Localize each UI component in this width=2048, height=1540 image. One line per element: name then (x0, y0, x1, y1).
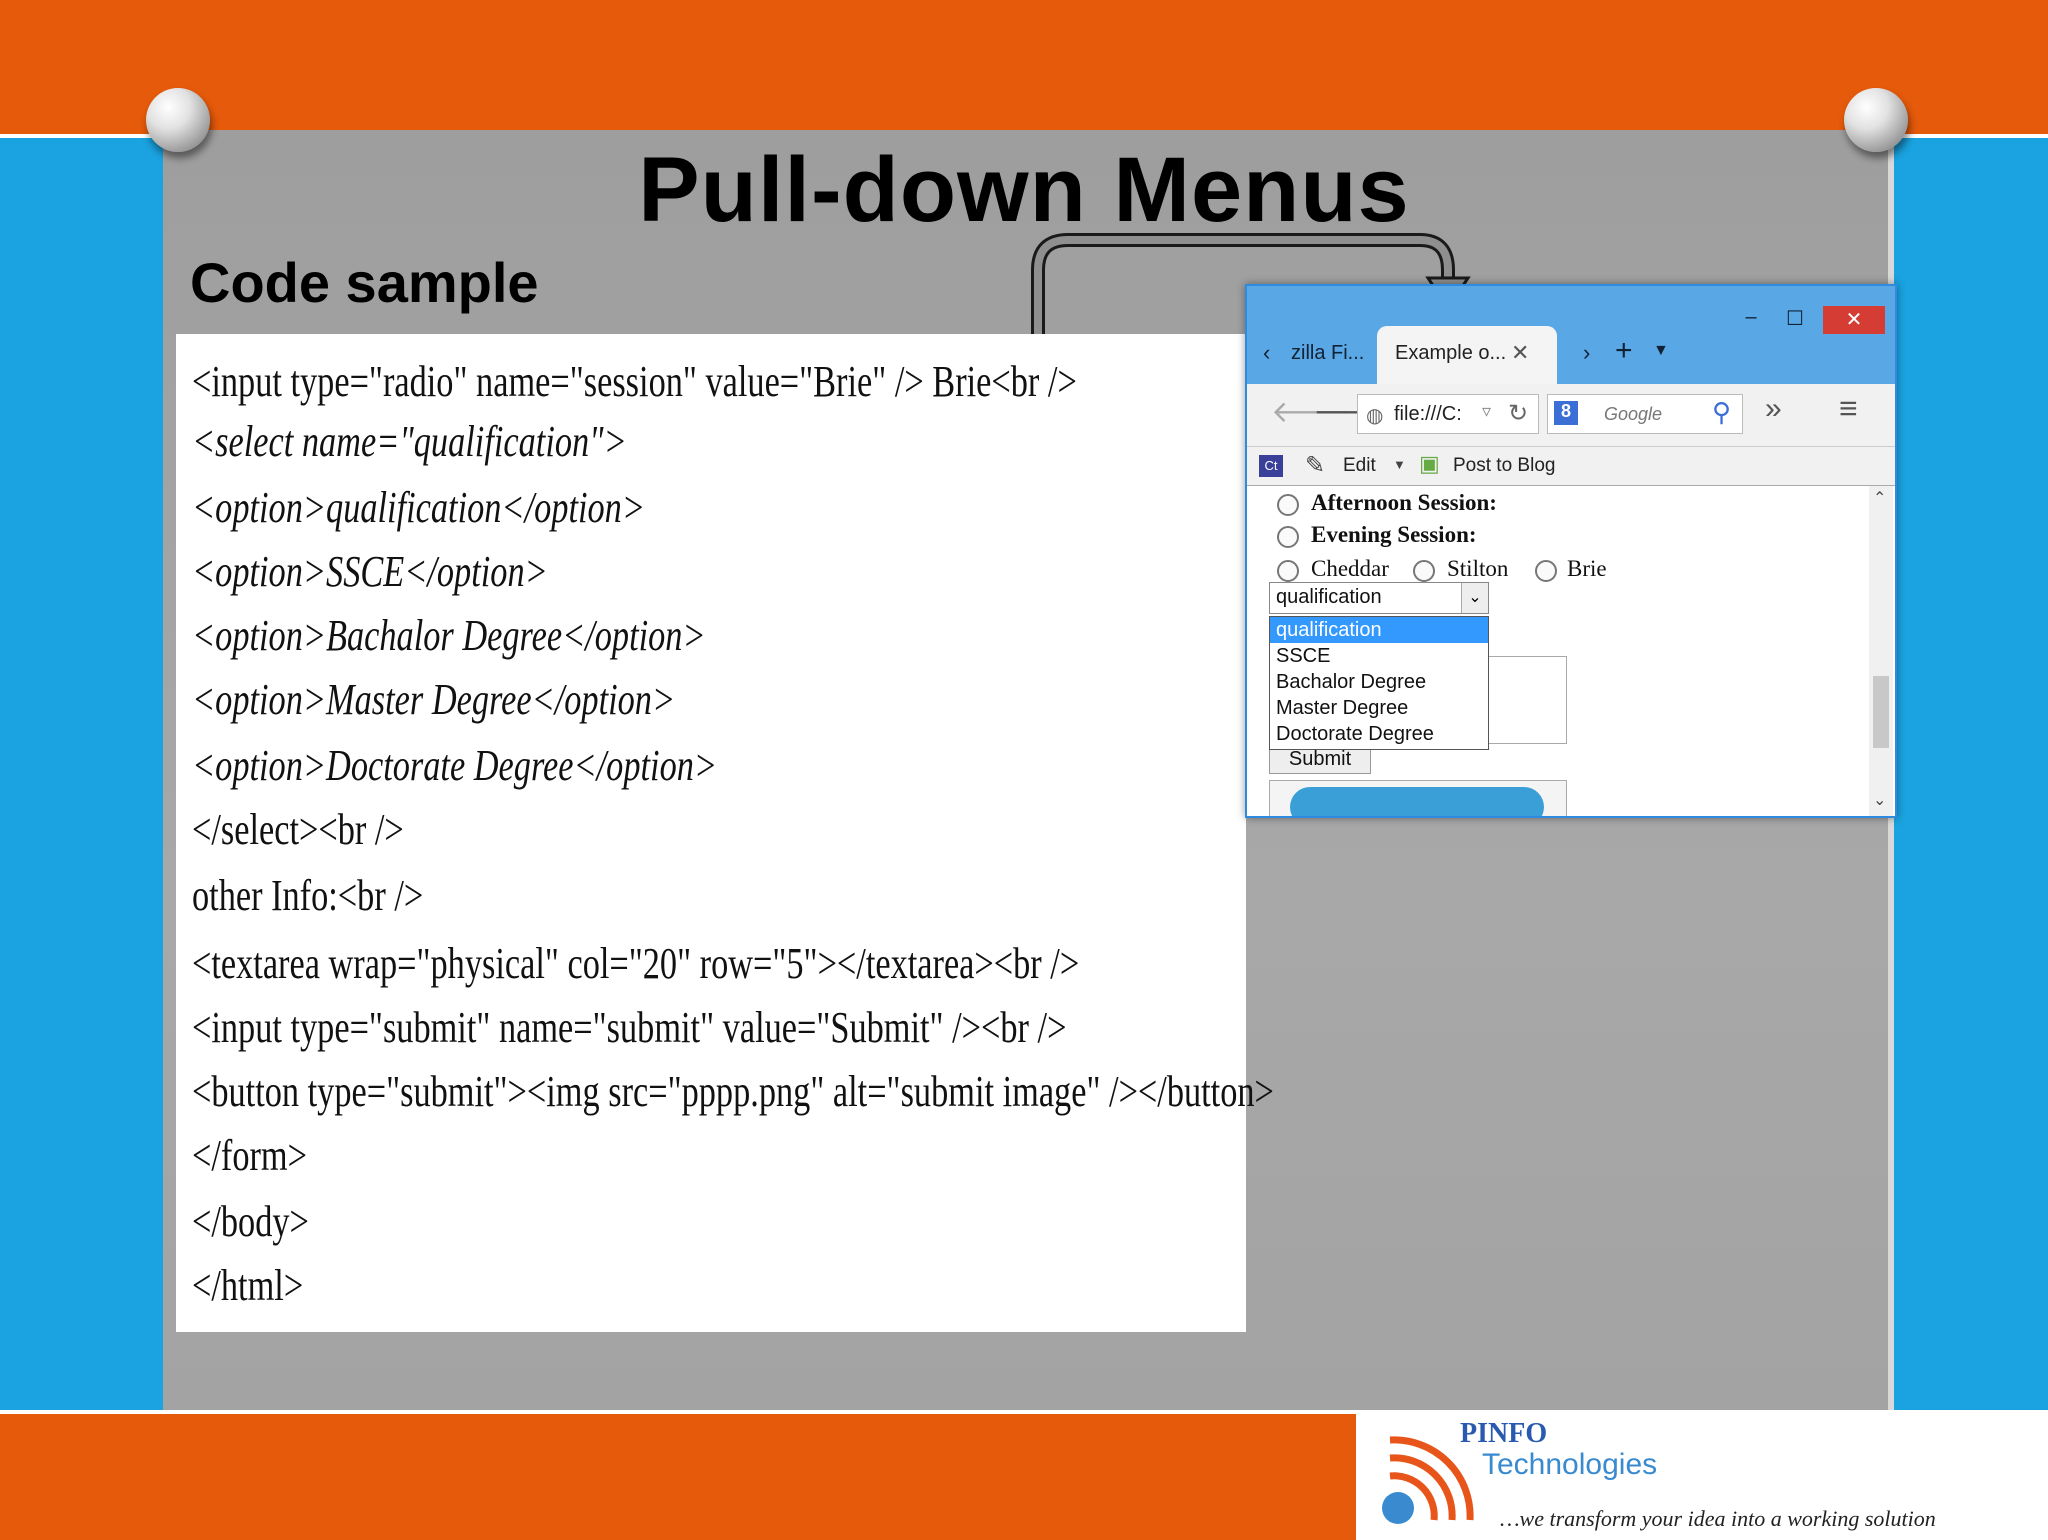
blog-icon[interactable]: ▣ (1419, 451, 1440, 477)
google-engine-icon[interactable]: 8 (1554, 401, 1578, 425)
reload-icon[interactable]: ↻ (1508, 399, 1528, 428)
edit-pencil-icon[interactable]: ✎ (1305, 451, 1325, 480)
radio-afternoon[interactable] (1277, 494, 1299, 516)
hamburger-menu-icon[interactable]: ≡ (1839, 390, 1858, 427)
code-line: <option>Bachalor Degree</option> (192, 611, 706, 660)
scroll-thumb[interactable] (1873, 676, 1889, 748)
code-line: </select><br /> (192, 805, 404, 854)
cheddar-label: Cheddar (1311, 556, 1389, 581)
maximize-button[interactable]: ☐ (1775, 306, 1815, 334)
navigation-toolbar: 🡐 🡒 ◍ file:///C: ▿ ↻ 8 Google ⚲ » ≡ (1247, 384, 1895, 447)
tab-firefox[interactable]: zilla Fi... (1291, 342, 1364, 365)
code-line: <textarea wrap="physical" col="20" row="… (192, 939, 1080, 988)
url-dropdown-icon[interactable]: ▿ (1482, 401, 1491, 422)
bottom-banner (0, 1410, 1356, 1540)
page-content: Afternoon Session: Evening Session: Ched… (1247, 486, 1867, 816)
radio-evening[interactable] (1277, 526, 1299, 548)
tab-scroll-left-icon[interactable]: ‹ (1263, 340, 1270, 366)
scroll-up-icon[interactable]: ⌃ (1873, 488, 1886, 508)
bookmarks-toolbar: Ct ✎ Edit ▼ ▣ Post to Blog (1247, 447, 1895, 486)
logo-tagline: …we transform your idea into a working s… (1500, 1506, 1936, 1531)
brie-label: Brie (1567, 556, 1607, 581)
url-text[interactable]: file:///C: (1394, 403, 1462, 426)
option-bachalor-degree[interactable]: Bachalor Degree (1270, 669, 1488, 695)
new-tab-button[interactable]: + (1615, 334, 1633, 368)
submit-image (1290, 787, 1544, 816)
radio-brie[interactable] (1535, 560, 1557, 582)
stilton-label: Stilton (1447, 556, 1509, 581)
qualification-select[interactable]: qualification ⌄ (1269, 582, 1489, 614)
evening-label: Evening Session: (1311, 522, 1477, 547)
top-banner (0, 0, 2048, 138)
tab-example-label[interactable]: Example o... (1395, 342, 1506, 365)
radio-stilton[interactable] (1413, 560, 1435, 582)
option-ssce[interactable]: SSCE (1270, 643, 1488, 669)
globe-icon: ◍ (1366, 405, 1384, 427)
afternoon-label: Afternoon Session: (1311, 490, 1497, 515)
qualification-dropdown-list: qualification SSCE Bachalor Degree Maste… (1269, 616, 1489, 750)
post-to-blog-bookmark[interactable]: Post to Blog (1453, 455, 1555, 477)
code-line: <select name="qualification"> (192, 417, 627, 466)
slide-title: Pull-down Menus (638, 139, 1410, 241)
tab-close-icon[interactable]: ✕ (1511, 340, 1529, 366)
logo-subtitle: Technologies (1482, 1448, 1658, 1481)
option-doctorate-degree[interactable]: Doctorate Degree (1270, 721, 1488, 747)
close-window-button[interactable]: ✕ (1823, 306, 1885, 334)
code-line: <option>qualification</option> (192, 483, 645, 532)
overflow-chevron-icon[interactable]: » (1765, 392, 1782, 426)
code-line: <input type="submit" name="submit" value… (192, 1003, 1067, 1052)
code-line: <button type="submit"><img src="pppp.png… (192, 1067, 1274, 1116)
code-line: <option>SSCE</option> (192, 547, 548, 596)
url-bar[interactable]: ◍ file:///C: ▿ ↻ (1357, 394, 1539, 434)
code-heading: Code sample (190, 251, 539, 314)
logo-name: PINFO (1460, 1418, 1548, 1449)
ct-addon-icon[interactable]: Ct (1259, 455, 1283, 477)
minimize-button[interactable]: – (1733, 306, 1769, 334)
browser-titlebar: – ☐ ✕ ‹ zilla Fi... Example o... ✕ › + ▼ (1247, 286, 1895, 384)
tab-scroll-right-icon[interactable]: › (1583, 340, 1590, 366)
scroll-down-icon[interactable]: ⌄ (1873, 790, 1886, 810)
code-line: other Info:<br /> (192, 871, 424, 920)
code-sample-box: <input type="radio" name="session" value… (176, 334, 1274, 1332)
code-line: </html> (192, 1261, 304, 1310)
browser-window: – ☐ ✕ ‹ zilla Fi... Example o... ✕ › + ▼… (1245, 284, 1897, 818)
code-line: <option>Master Degree</option> (192, 675, 676, 724)
edit-bookmark[interactable]: Edit (1343, 455, 1376, 477)
edit-dropdown-icon[interactable]: ▼ (1393, 457, 1406, 472)
select-value: qualification (1276, 586, 1382, 608)
search-placeholder: Google (1604, 404, 1663, 424)
tab-list-chevron-icon[interactable]: ▼ (1653, 342, 1669, 360)
search-icon[interactable]: ⚲ (1712, 397, 1731, 428)
code-line: <input type="radio" name="session" value… (192, 357, 1077, 406)
image-submit-button[interactable] (1269, 780, 1567, 816)
code-line: </body> (192, 1197, 309, 1246)
page-scrollbar[interactable]: ⌃ ⌄ (1869, 486, 1893, 816)
code-line: <option>Doctorate Degree</option> (192, 741, 718, 790)
chevron-down-icon[interactable]: ⌄ (1461, 583, 1488, 613)
radio-cheddar[interactable] (1277, 560, 1299, 582)
code-line: </form> (192, 1131, 307, 1180)
option-qualification[interactable]: qualification (1270, 617, 1488, 643)
search-bar[interactable]: 8 Google ⚲ (1547, 394, 1743, 434)
option-master-degree[interactable]: Master Degree (1270, 695, 1488, 721)
